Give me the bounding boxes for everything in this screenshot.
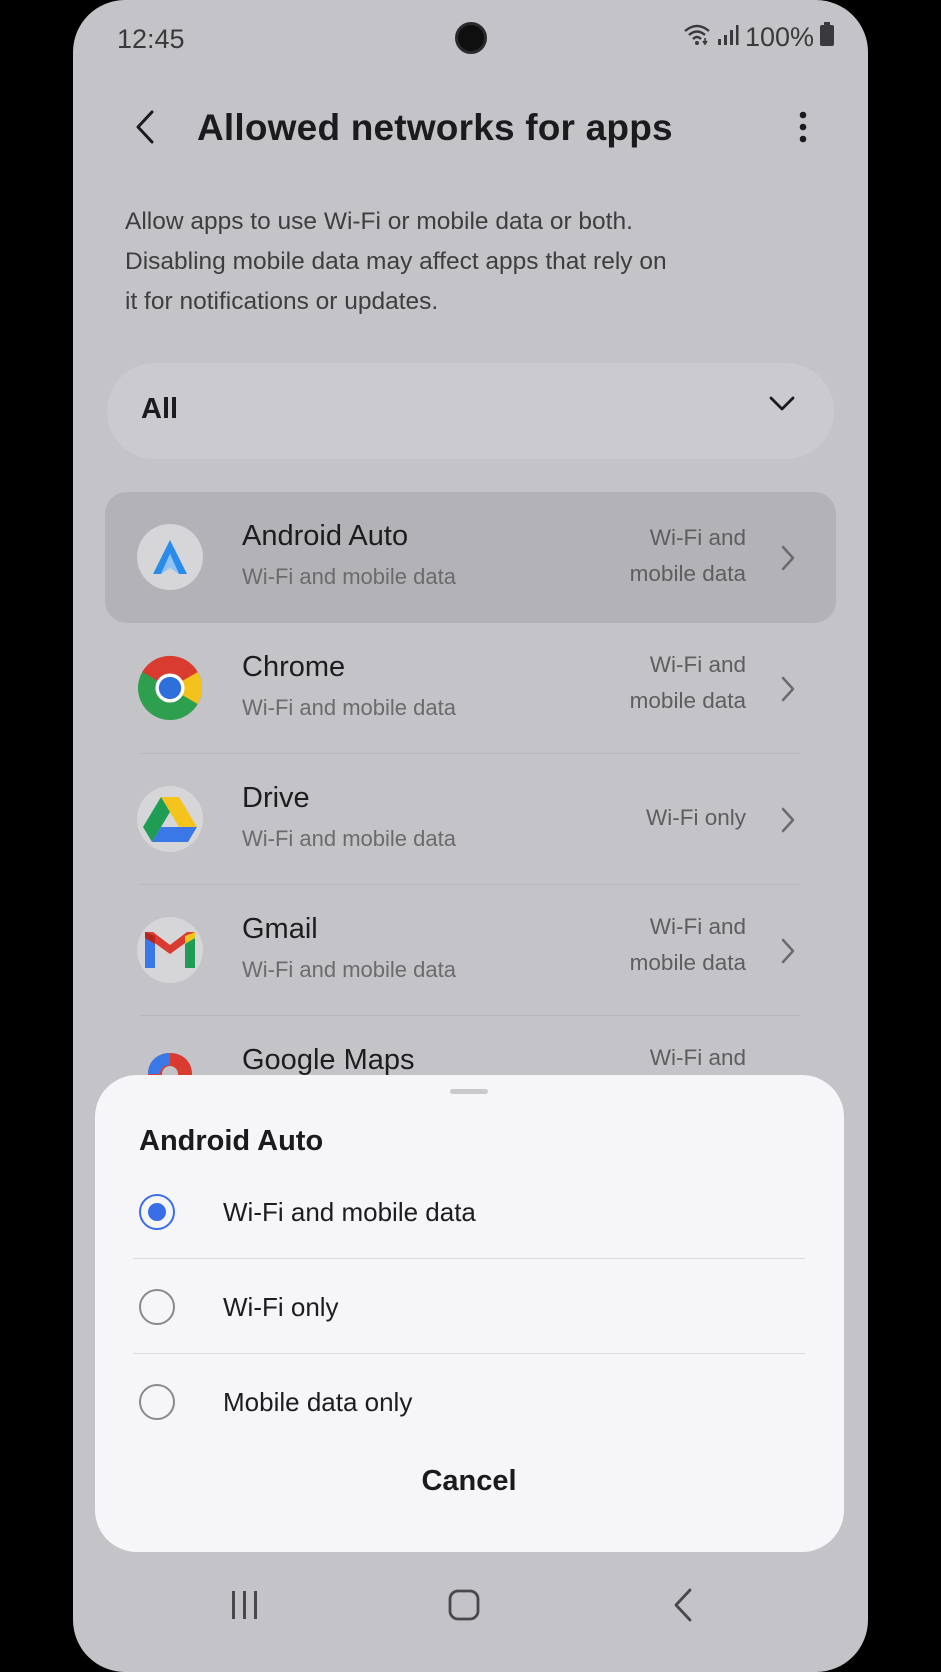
radio-button[interactable] (139, 1289, 175, 1325)
front-camera (455, 22, 487, 54)
sheet-drag-handle[interactable] (450, 1089, 488, 1094)
app-name: Drive (242, 782, 310, 814)
page-title: Allowed networks for apps (197, 107, 673, 148)
status-time: 12:45 (117, 24, 185, 54)
phone-screen: 12:45 100% Allowed networks for apps All… (73, 0, 868, 1672)
android-auto-icon (137, 524, 203, 590)
list-item[interactable]: Gmail Wi-Fi and mobile data Wi-Fi and mo… (105, 885, 836, 1016)
chevron-down-icon (769, 396, 795, 411)
app-subtitle: Wi-Fi and mobile data (242, 695, 456, 720)
battery-percent: 100% (744, 22, 814, 52)
chevron-right-icon (781, 545, 795, 571)
option-label: Wi-Fi only (223, 1292, 339, 1322)
chrome-icon (137, 655, 203, 721)
app-network-value: Wi-Fi and mobile data (629, 652, 746, 713)
more-options-button[interactable] (788, 105, 818, 149)
gmail-icon (137, 917, 203, 983)
recent-apps-button[interactable] (215, 1580, 275, 1630)
app-bar: Allowed networks for apps (73, 95, 868, 165)
system-back-button[interactable] (653, 1580, 713, 1630)
divider (133, 1257, 805, 1259)
home-button[interactable] (434, 1580, 494, 1630)
home-icon (448, 1589, 480, 1621)
battery-icon (820, 22, 834, 53)
app-subtitle: Wi-Fi and mobile data (242, 957, 456, 982)
signal-icon (717, 22, 739, 53)
more-vert-icon (799, 111, 807, 143)
list-item[interactable]: Chrome Wi-Fi and mobile data Wi-Fi and m… (105, 623, 836, 754)
option-label: Mobile data only (223, 1387, 413, 1417)
option-mobile-data-only[interactable]: Mobile data only (133, 1355, 805, 1449)
option-wifi-and-mobile-data[interactable]: Wi-Fi and mobile data (133, 1165, 805, 1259)
app-name: Chrome (242, 651, 346, 683)
app-network-value: Wi-Fi only (646, 805, 746, 830)
app-list: Android Auto Wi-Fi and mobile data Wi-Fi… (105, 492, 836, 1147)
option-wifi-only[interactable]: Wi-Fi only (133, 1260, 805, 1354)
status-bar: 12:45 100% (73, 0, 868, 80)
back-button[interactable] (123, 105, 167, 149)
app-subtitle: Wi-Fi and mobile data (242, 564, 456, 589)
chevron-right-icon (781, 807, 795, 833)
list-item[interactable]: Drive Wi-Fi and mobile data Wi-Fi only (105, 754, 836, 885)
app-subtitle: Wi-Fi and mobile data (242, 826, 456, 851)
cancel-button[interactable]: Cancel (369, 1465, 569, 1515)
filter-dropdown[interactable]: All (107, 363, 834, 459)
app-name: Gmail (242, 913, 318, 945)
chevron-right-icon (781, 938, 795, 964)
radio-button[interactable] (139, 1384, 175, 1420)
wifi-icon (683, 22, 711, 53)
option-label: Wi-Fi and mobile data (223, 1197, 476, 1227)
navigation-bar (73, 1580, 868, 1670)
drive-icon (137, 786, 203, 852)
app-network-value: Wi-Fi and (649, 1045, 746, 1070)
app-network-value: Wi-Fi and mobile data (629, 525, 746, 586)
filter-selected-value: All (141, 393, 179, 425)
page-description: Allow apps to use Wi-Fi or mobile data o… (125, 208, 667, 315)
divider (133, 1352, 805, 1354)
sheet-title: Android Auto (139, 1125, 324, 1157)
recent-apps-icon (232, 1591, 257, 1619)
status-icons: 100% (683, 22, 834, 53)
app-name: Android Auto (242, 520, 409, 552)
app-name: Google Maps (242, 1044, 415, 1076)
list-item[interactable]: Android Auto Wi-Fi and mobile data Wi-Fi… (105, 492, 836, 623)
back-icon (674, 1588, 692, 1622)
app-network-value: Wi-Fi and mobile data (629, 914, 746, 975)
network-options-sheet: Android Auto Wi-Fi and mobile data Wi-Fi… (95, 1075, 844, 1552)
chevron-right-icon (781, 676, 795, 702)
back-arrow-icon (136, 110, 154, 144)
radio-button-checked[interactable] (139, 1194, 175, 1230)
